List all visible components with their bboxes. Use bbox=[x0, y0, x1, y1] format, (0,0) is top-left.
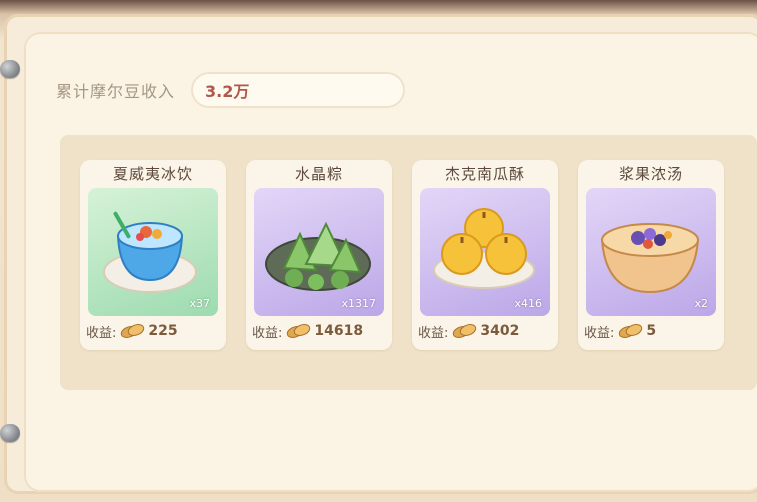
mole-bean-icon bbox=[121, 324, 145, 338]
dish-quantity: x2 bbox=[694, 297, 708, 310]
income-value-box: 3.2万 bbox=[191, 72, 406, 108]
mole-bean-icon bbox=[453, 324, 477, 338]
dish-name: 水晶粽 bbox=[294, 165, 343, 183]
dish-name: 夏威夷冰饮 bbox=[112, 165, 193, 183]
dish-quantity: x37 bbox=[189, 297, 210, 310]
income-label: 累计摩尔豆收入 bbox=[56, 82, 176, 101]
dish-name: 浆果浓汤 bbox=[618, 165, 683, 183]
income-summary: 累计摩尔豆收入 3.2万 bbox=[56, 70, 406, 110]
earning-row: 收益: 3402 bbox=[418, 320, 519, 342]
dish-quantity: x416 bbox=[514, 297, 542, 310]
earning-value: 5 bbox=[646, 323, 657, 339]
dish-name: 杰克南瓜酥 bbox=[444, 165, 525, 183]
mole-bean-icon bbox=[287, 324, 311, 338]
earning-label: 收益: bbox=[86, 325, 117, 341]
earning-row: 收益: 225 bbox=[86, 320, 178, 342]
earning-label: 收益: bbox=[252, 325, 283, 341]
earning-row: 收益: 5 bbox=[584, 320, 656, 342]
dish-card[interactable]: 水晶粽 x1317 收益: 14618 bbox=[246, 160, 392, 350]
earning-label: 收益: bbox=[584, 325, 615, 341]
dish-image: x1317 bbox=[254, 188, 384, 316]
binder-ring-icon bbox=[0, 60, 20, 78]
earning-value: 3402 bbox=[480, 323, 520, 339]
binder-ring-icon bbox=[0, 424, 20, 442]
earning-row: 收益: 14618 bbox=[252, 320, 363, 342]
earning-value: 225 bbox=[148, 323, 178, 339]
income-value: 3.2万 bbox=[205, 82, 250, 101]
dish-quantity: x1317 bbox=[341, 297, 376, 310]
earning-label: 收益: bbox=[418, 325, 449, 341]
dish-card[interactable]: 杰克南瓜酥 x416 收益: 3402 bbox=[412, 160, 558, 350]
dish-image: x2 bbox=[586, 188, 716, 316]
dish-card[interactable]: 浆果浓汤 x2 收益: 5 bbox=[578, 160, 724, 350]
dish-card[interactable]: 夏威夷冰饮 x37 收益: 225 bbox=[80, 160, 226, 350]
dish-image: x37 bbox=[88, 188, 218, 316]
earning-value: 14618 bbox=[314, 323, 364, 339]
dish-image: x416 bbox=[420, 188, 550, 316]
mole-bean-icon bbox=[619, 324, 643, 338]
